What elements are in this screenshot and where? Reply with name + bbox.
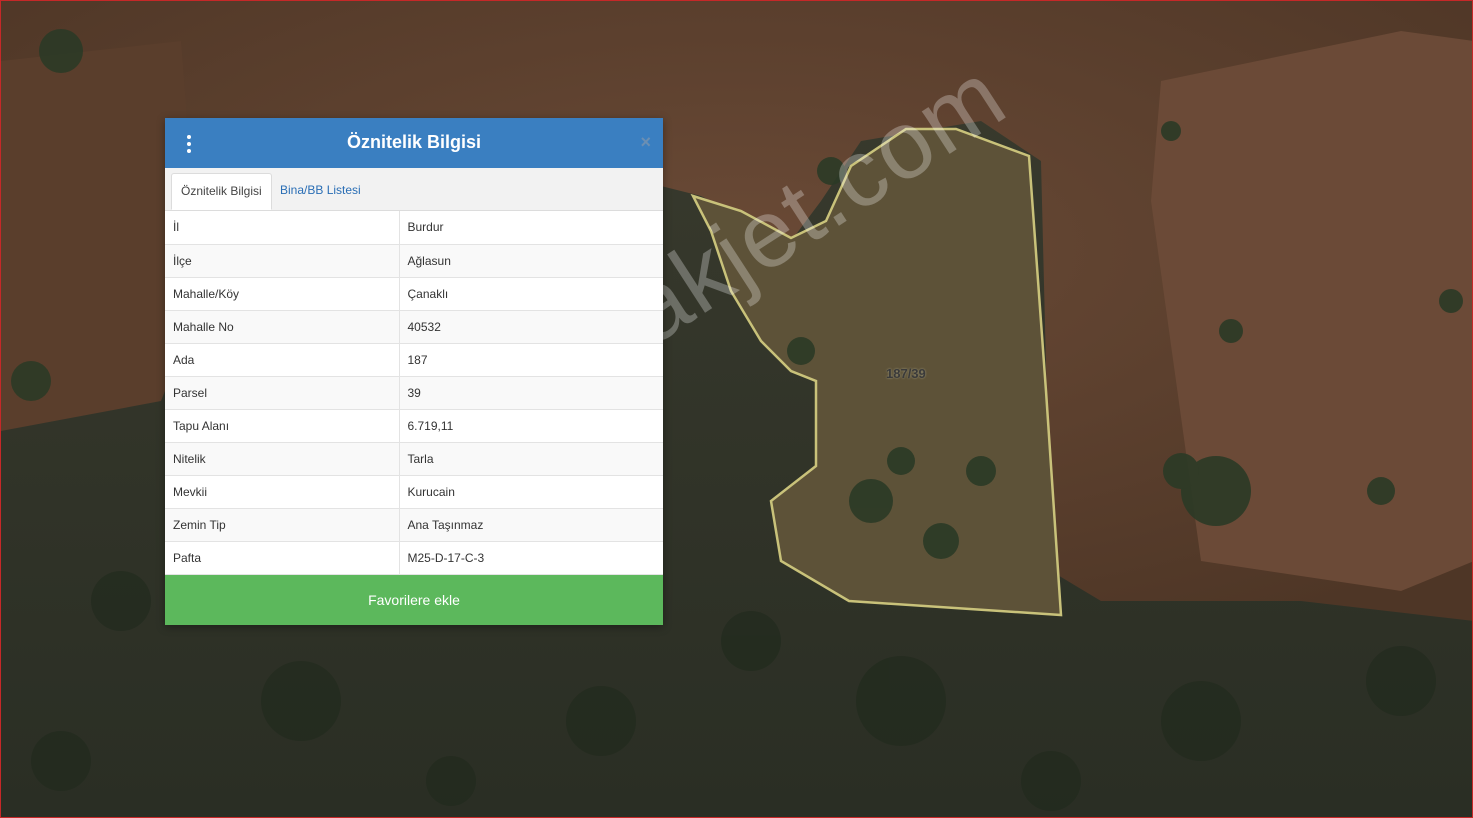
- row-key: Parsel: [165, 376, 400, 410]
- row-value: 40532: [399, 310, 663, 344]
- tab-building-list[interactable]: Bina/BB Listesi: [271, 173, 370, 209]
- attribute-info-panel: Öznitelik Bilgisi × Öznitelik Bilgisi Bi…: [165, 118, 663, 625]
- row-key: Mevkii: [165, 475, 400, 509]
- row-value: Ana Taşınmaz: [399, 508, 663, 542]
- table-row: Parsel 39: [165, 376, 663, 410]
- row-value: 187: [399, 343, 663, 377]
- parcel-label[interactable]: 187/39: [886, 366, 926, 381]
- row-value: Çanaklı: [399, 277, 663, 311]
- row-value: Ağlasun: [399, 244, 663, 278]
- table-row: Zemin Tip Ana Taşınmaz: [165, 508, 663, 542]
- panel-tabs: Öznitelik Bilgisi Bina/BB Listesi: [165, 168, 663, 211]
- table-row: Nitelik Tarla: [165, 442, 663, 476]
- row-value: 39: [399, 376, 663, 410]
- panel-header: Öznitelik Bilgisi ×: [165, 118, 663, 168]
- row-key: Mahalle/Köy: [165, 277, 400, 311]
- add-to-favorites-button[interactable]: Favorilere ekle: [165, 574, 663, 625]
- row-value: Tarla: [399, 442, 663, 476]
- table-row: İl Burdur: [165, 211, 663, 245]
- row-key: Tapu Alanı: [165, 409, 400, 443]
- row-value: M25-D-17-C-3: [399, 541, 663, 575]
- table-row: Mahalle/Köy Çanaklı: [165, 277, 663, 311]
- tab-attribute-info[interactable]: Öznitelik Bilgisi: [171, 173, 272, 210]
- attribute-table: İl Burdur İlçe Ağlasun Mahalle/Köy Çanak…: [165, 211, 663, 575]
- row-key: Ada: [165, 343, 400, 377]
- row-key: İlçe: [165, 244, 400, 278]
- table-row: Tapu Alanı 6.719,11: [165, 409, 663, 443]
- row-key: Nitelik: [165, 442, 400, 476]
- table-row: Mevkii Kurucain: [165, 475, 663, 509]
- row-key: Mahalle No: [165, 310, 400, 344]
- table-row: İlçe Ağlasun: [165, 244, 663, 278]
- table-row: Mahalle No 40532: [165, 310, 663, 344]
- table-row: Pafta M25-D-17-C-3: [165, 541, 663, 575]
- row-key: İl: [165, 211, 400, 245]
- panel-title: Öznitelik Bilgisi: [346, 132, 482, 152]
- row-key: Pafta: [165, 541, 400, 575]
- row-value: Kurucain: [399, 475, 663, 509]
- table-row: Ada 187: [165, 343, 663, 377]
- row-key: Zemin Tip: [165, 508, 400, 542]
- row-value: 6.719,11: [399, 409, 663, 443]
- close-icon[interactable]: ×: [640, 132, 651, 152]
- row-value: Burdur: [399, 211, 663, 245]
